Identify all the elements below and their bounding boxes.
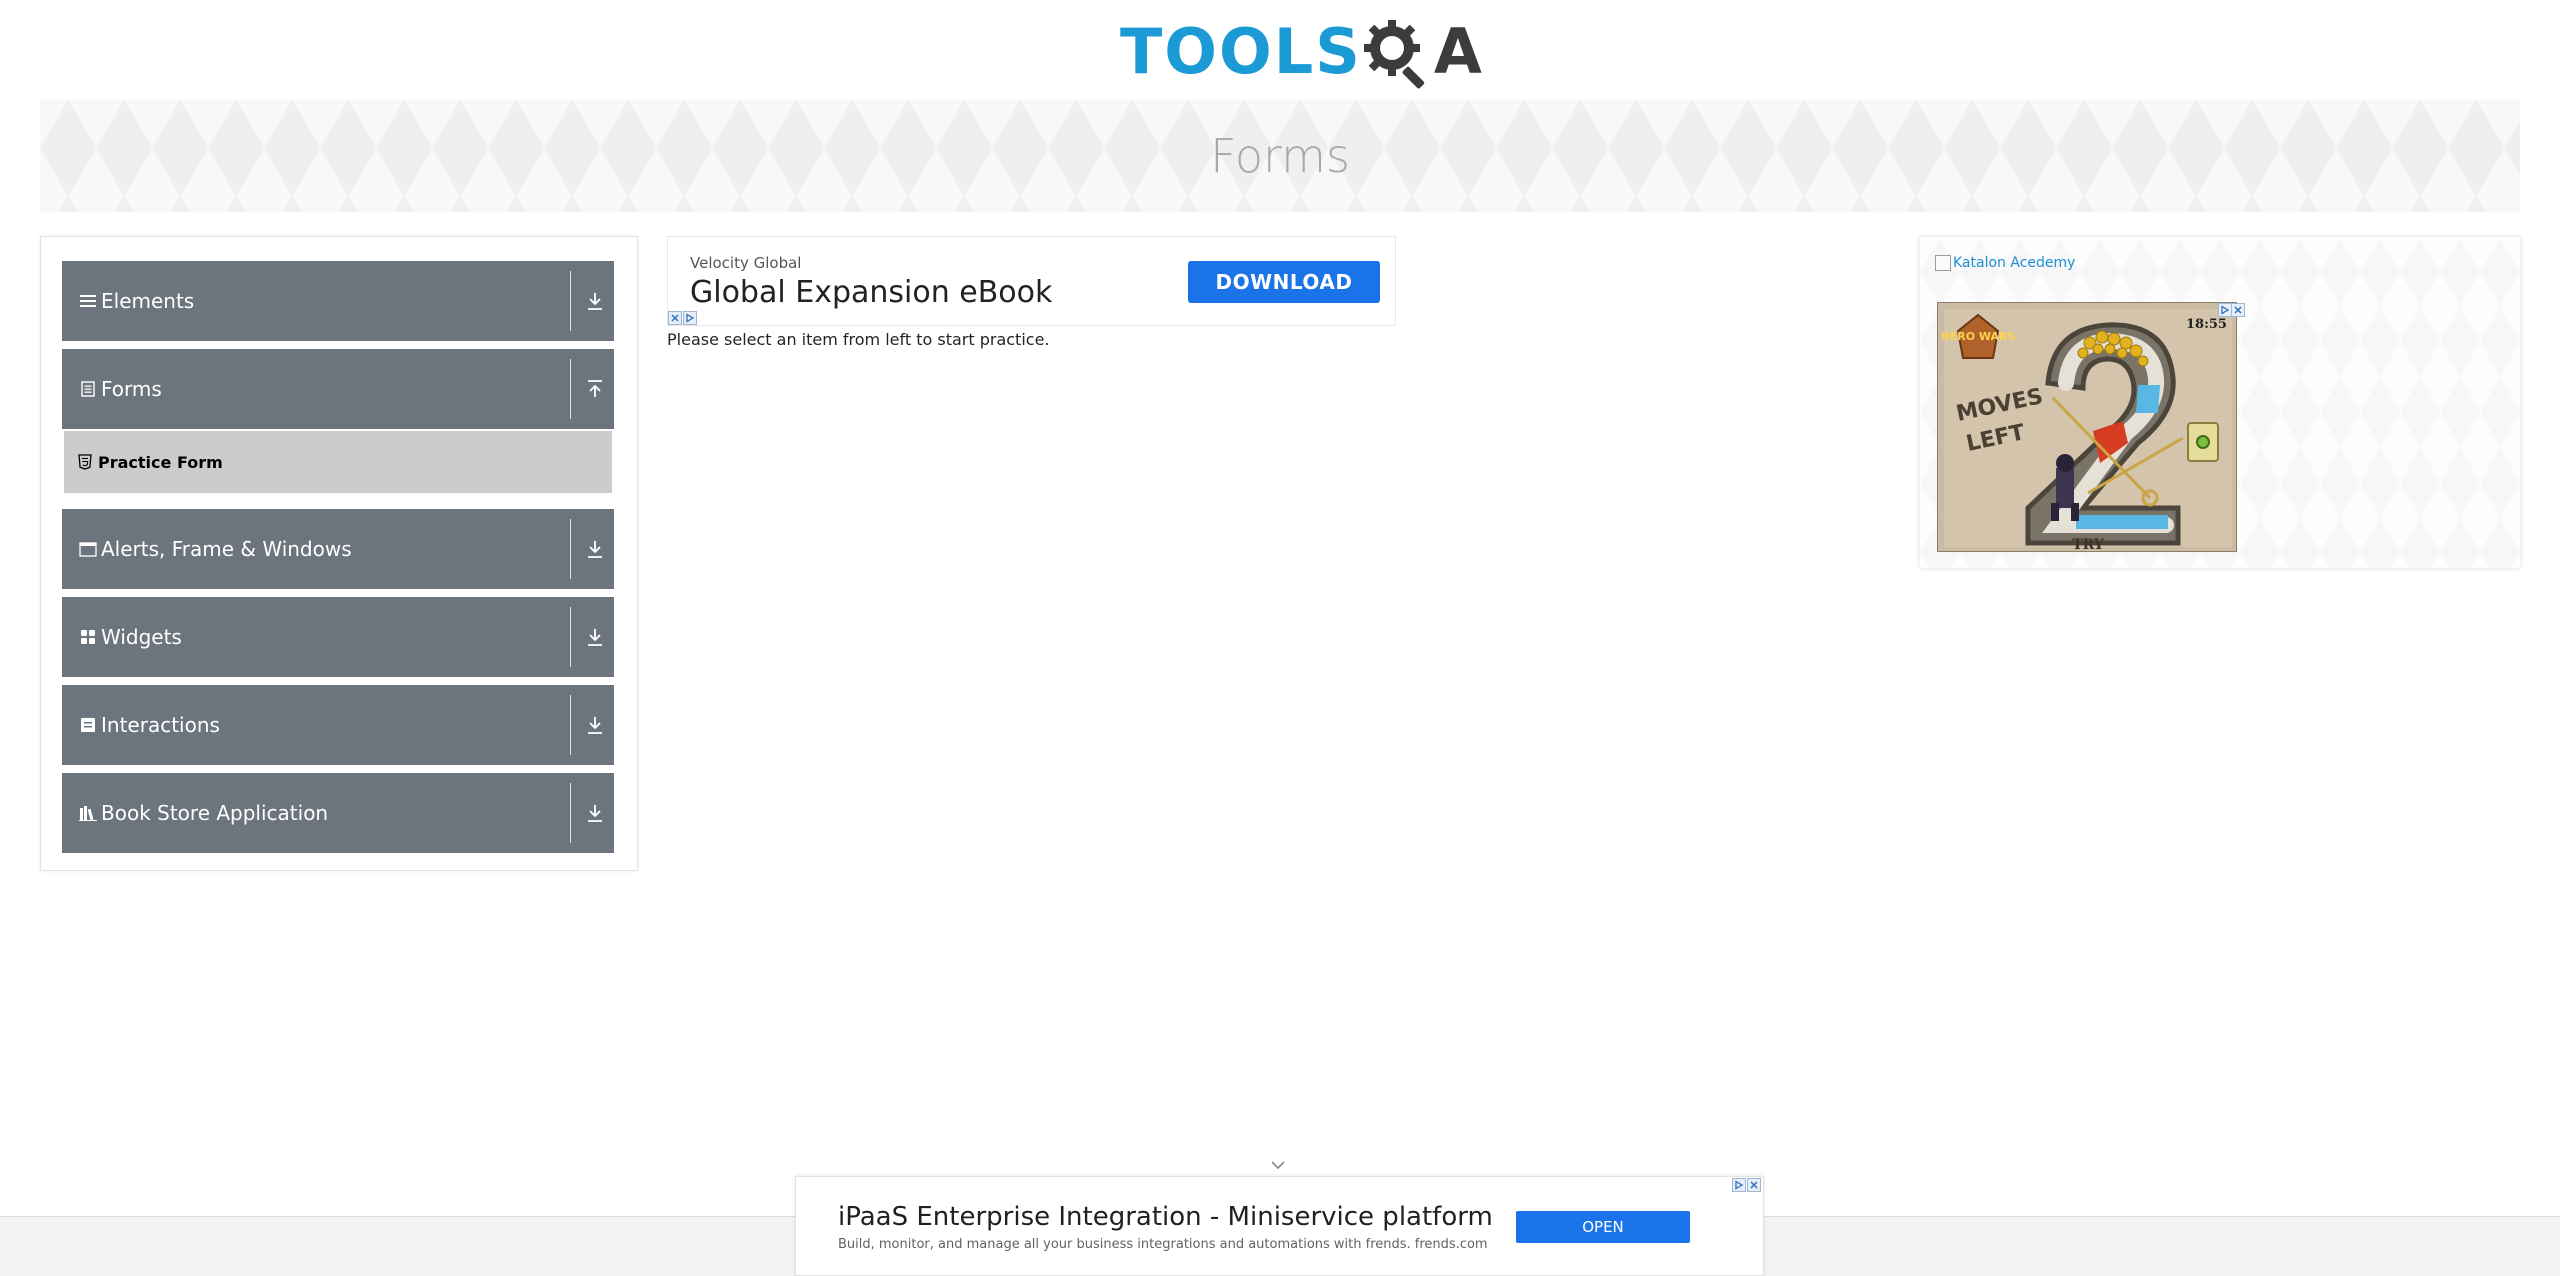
sidebar-group-interactions[interactable]: Interactions [62, 685, 614, 765]
divider [570, 271, 571, 331]
katalon-link-text[interactable]: Katalon Acedemy [1953, 255, 2075, 271]
hamburger-icon [79, 292, 97, 310]
game-try-label: TRY [2072, 537, 2105, 552]
sidebar-item-label: Practice Form [98, 452, 223, 472]
bottom-ad-banner[interactable]: iPaaS Enterprise Integration - Miniservi… [795, 1176, 1764, 1276]
site-logo[interactable]: TOOLS A [1120, 14, 1482, 90]
document-icon [79, 380, 97, 398]
sidebar-group-label: Interactions [101, 713, 220, 737]
ad-close-icon[interactable] [2231, 303, 2245, 317]
divider [570, 783, 571, 843]
interaction-icon [79, 716, 97, 734]
game-ad-artwork: HERO WARS MOVES LEFT 18:55 TRY [1938, 303, 2236, 552]
divider [570, 519, 571, 579]
bottom-ad-description: Build, monitor, and manage all your busi… [838, 1237, 1488, 1252]
upload-icon[interactable] [583, 377, 607, 401]
adchoices-icon[interactable] [683, 311, 697, 325]
gear-magnifier-icon [1363, 20, 1425, 89]
download-icon[interactable] [583, 289, 607, 313]
logo-text-qa: A [1433, 15, 1482, 88]
left-panel: Elements Forms Practice Form Alerts, Fra… [40, 236, 638, 871]
books-icon [79, 804, 97, 822]
download-icon[interactable] [583, 801, 607, 825]
window-icon [79, 540, 97, 558]
grid-icon [79, 628, 97, 646]
top-ad-banner[interactable]: Velocity Global Global Expansion eBook D… [667, 236, 1396, 326]
sidebar-group-alerts-frame-windows[interactable]: Alerts, Frame & Windows [62, 509, 614, 589]
ad-close-icon[interactable] [1747, 1178, 1761, 1192]
download-icon[interactable] [583, 625, 607, 649]
download-icon[interactable] [583, 537, 607, 561]
game-time: 18:55 [2186, 317, 2227, 332]
chevron-down-icon[interactable] [1270, 1160, 1286, 1170]
sidebar-item-practice-form[interactable]: Practice Form [64, 431, 612, 493]
game-brand: HERO WARS [1941, 330, 2016, 343]
sidebar-group-book-store-application[interactable]: Book Store Application [62, 773, 614, 853]
ad-close-icon[interactable] [668, 311, 682, 325]
sidebar-group-elements[interactable]: Elements [62, 261, 614, 341]
logo-text-tools: TOOLS [1120, 15, 1362, 88]
download-icon[interactable] [583, 713, 607, 737]
adchoices-icon[interactable] [1732, 1178, 1746, 1192]
adchoices-icon[interactable] [2218, 303, 2232, 317]
divider [570, 695, 571, 755]
divider [570, 359, 571, 419]
sidebar-group-label: Forms [101, 377, 162, 401]
katalon-academy-link[interactable]: Katalon Acedemy [1935, 255, 2075, 271]
download-button[interactable]: DOWNLOAD [1188, 261, 1380, 303]
game-ad[interactable]: HERO WARS MOVES LEFT 18:55 TRY [1937, 302, 2237, 552]
broken-image-icon [1935, 255, 1951, 271]
open-button[interactable]: OPEN [1516, 1211, 1690, 1243]
ad-headline[interactable]: Global Expansion eBook [690, 275, 1052, 310]
sidebar-group-label: Book Store Application [101, 801, 329, 825]
right-ad-panel: Katalon Acedemy HERO WARS MOVES LEFT 18:… [1920, 237, 2520, 568]
instruction-text: Please select an item from left to start… [667, 330, 1050, 349]
sidebar-group-widgets[interactable]: Widgets [62, 597, 614, 677]
page-banner: Forms [40, 100, 2520, 212]
sidebar-group-label: Widgets [101, 625, 182, 649]
sidebar-group-forms[interactable]: Forms [62, 349, 614, 429]
bottom-ad-title[interactable]: iPaaS Enterprise Integration - Miniservi… [838, 1202, 1493, 1232]
page-title: Forms [1210, 129, 1350, 183]
sidebar-group-label: Elements [101, 289, 195, 313]
sidebar-group-label: Alerts, Frame & Windows [101, 537, 352, 561]
ad-advertiser: Velocity Global [690, 254, 802, 272]
html5-icon [78, 454, 92, 470]
divider [570, 607, 571, 667]
